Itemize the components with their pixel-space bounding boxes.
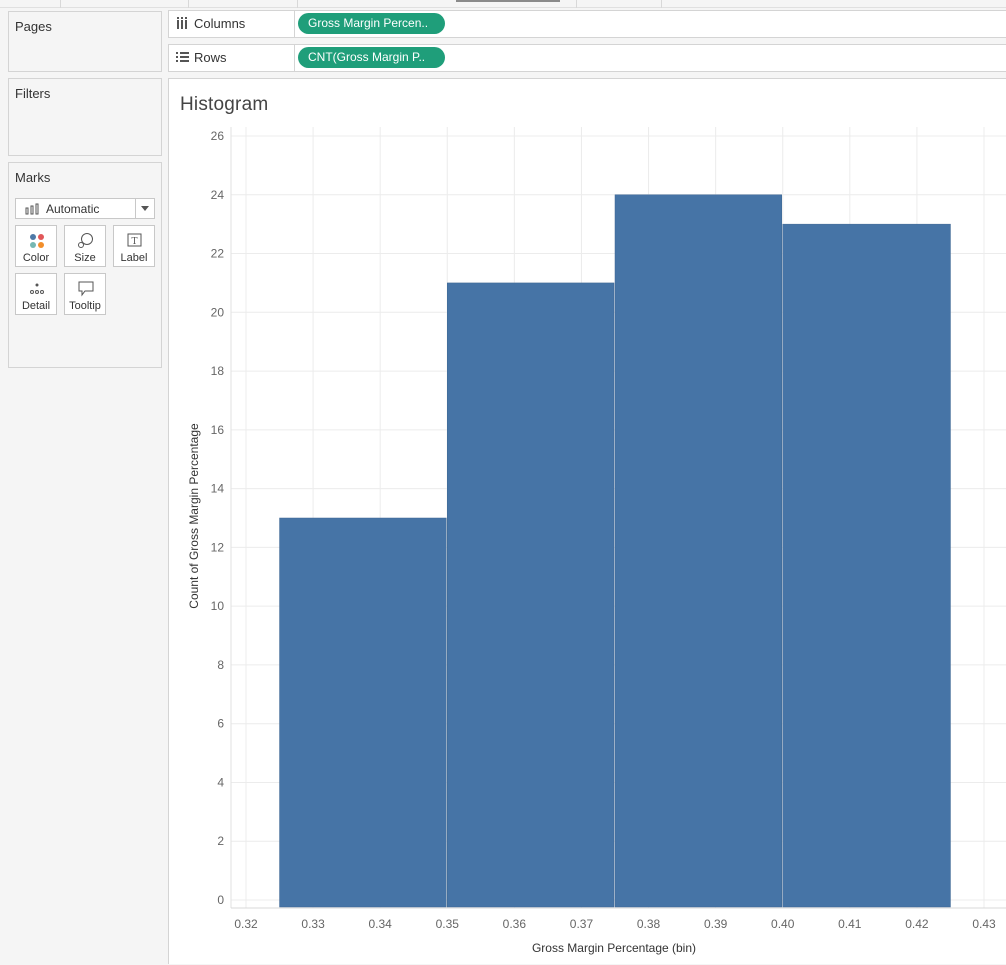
filters-card[interactable]: Filters — [8, 78, 162, 156]
x-tick-label: 0.32 — [234, 917, 258, 931]
x-tick-label: 0.43 — [972, 917, 996, 931]
detail-button[interactable]: Detail — [15, 273, 57, 315]
x-axis-title: Gross Margin Percentage (bin) — [532, 941, 696, 955]
mark-type-dropdown[interactable]: Automatic — [15, 198, 155, 219]
y-tick-label: 16 — [211, 423, 225, 437]
active-tab-indicator — [456, 0, 560, 2]
tooltip-icon — [78, 281, 94, 297]
rows-shelf[interactable]: Rows CNT(Gross Margin P.. — [168, 44, 1006, 72]
histogram-chart[interactable]: 024681012141618202224260.32 0.33 0.34 0.35 0… — [169, 79, 1006, 965]
tab-divider — [297, 0, 298, 8]
y-tick-label: 20 — [211, 305, 225, 319]
columns-shelf-label: Columns — [169, 11, 295, 37]
size-icon — [78, 233, 93, 248]
y-tick-label: 22 — [211, 247, 225, 261]
y-tick-label: 6 — [217, 717, 224, 731]
y-tick-label: 2 — [217, 834, 224, 848]
rows-pill[interactable]: CNT(Gross Margin P.. — [298, 47, 445, 68]
tab-divider — [60, 0, 61, 8]
size-button[interactable]: Size — [64, 225, 106, 267]
color-button[interactable]: Color — [15, 225, 57, 267]
x-tick-label: 0.37 — [570, 917, 594, 931]
y-tick-label: 14 — [211, 482, 225, 496]
viz-area: Histogram 0 2 4 6 8 10 12 14 16 18 20 22 24 26 0.32 0.3… — [168, 78, 1006, 964]
tooltip-button[interactable]: Tooltip — [64, 273, 106, 315]
histogram-bar[interactable] — [614, 194, 782, 908]
chevron-down-icon[interactable] — [141, 206, 149, 211]
y-tick-label: 8 — [217, 658, 224, 672]
bar-chart-icon — [25, 203, 39, 215]
y-tick-label: 24 — [211, 188, 225, 202]
detail-icon — [30, 283, 44, 294]
label-icon: T — [127, 233, 142, 247]
x-tick-label: 0.39 — [704, 917, 728, 931]
filters-title: Filters — [15, 86, 51, 101]
x-tick-label: 0.42 — [905, 917, 929, 931]
x-tick-label: 0.40 — [771, 917, 795, 931]
y-tick-label: 4 — [217, 775, 224, 789]
dropdown-divider — [135, 199, 136, 218]
rows-shelf-label: Rows — [169, 45, 295, 71]
x-tick-label: 0.35 — [436, 917, 460, 931]
label-button[interactable]: T Label — [113, 225, 155, 267]
size-label: Size — [74, 252, 96, 264]
y-axis-title: Count of Gross Margin Percentage — [187, 423, 201, 609]
x-tick-label: 0.36 — [503, 917, 527, 931]
tooltip-label: Tooltip — [69, 300, 101, 312]
rows-icon — [176, 52, 189, 62]
columns-shelf[interactable]: Columns Gross Margin Percen.. — [168, 10, 1006, 38]
y-tick-label: 18 — [211, 364, 225, 378]
pages-title: Pages — [15, 19, 52, 34]
y-tick-label: 0 — [217, 893, 224, 907]
color-icon — [30, 234, 44, 248]
x-tick-label: 0.38 — [637, 917, 661, 931]
tab-divider — [188, 0, 189, 8]
left-panel: Pages Filters Marks Automatic Color Size… — [0, 8, 168, 964]
label-label: Label — [120, 252, 148, 264]
x-tick-label: 0.41 — [838, 917, 862, 931]
histogram-bar[interactable] — [447, 282, 615, 908]
tab-divider — [661, 0, 662, 8]
mark-type-value: Automatic — [46, 202, 100, 216]
rows-label: Rows — [194, 50, 227, 65]
x-tick-label: 0.33 — [301, 917, 325, 931]
marks-card: Marks Automatic Color Size T Label Detai… — [8, 162, 162, 368]
histogram-bar[interactable] — [782, 223, 951, 908]
histogram-bar[interactable] — [279, 517, 447, 908]
y-tick-label: 10 — [211, 599, 225, 613]
tab-divider — [576, 0, 577, 8]
detail-label: Detail — [21, 300, 51, 312]
y-tick-label: 12 — [211, 540, 225, 554]
y-tick-label: 26 — [211, 129, 225, 143]
color-label: Color — [22, 252, 50, 264]
marks-title: Marks — [15, 170, 51, 185]
columns-pill[interactable]: Gross Margin Percen.. — [298, 13, 445, 34]
top-tab-strip — [0, 0, 1006, 8]
columns-label: Columns — [194, 16, 246, 31]
svg-text:T: T — [131, 237, 137, 247]
columns-icon — [177, 17, 187, 29]
x-tick-label: 0.34 — [369, 917, 393, 931]
pages-card[interactable]: Pages — [8, 11, 162, 72]
